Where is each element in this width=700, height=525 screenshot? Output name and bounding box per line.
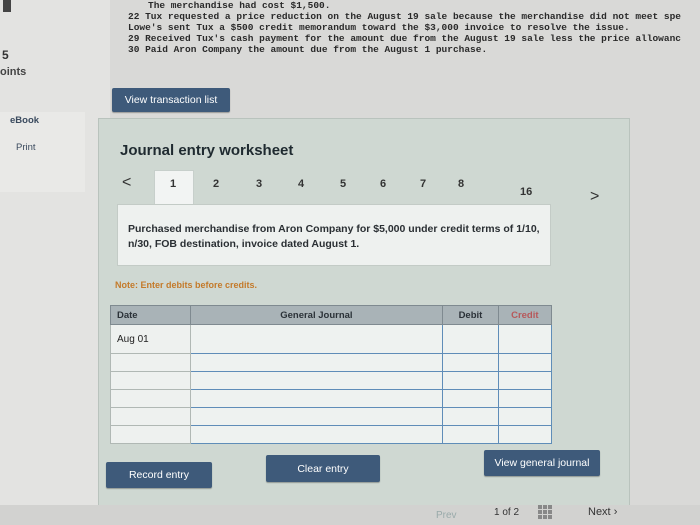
problem-line: 29 Received Tux's cash payment for the a… [128,33,681,44]
view-transaction-list-button[interactable]: View transaction list [112,88,230,112]
date-cell [110,371,191,390]
page-tab-7[interactable]: 7 [420,178,426,190]
worksheet-pager: < 1 2 3 4 5 6 7 8 16 > [112,170,622,207]
debit-input[interactable] [442,389,499,408]
page-indicator[interactable]: 1 of 2 [494,507,519,518]
account-input[interactable] [189,389,444,408]
account-input[interactable] [189,425,444,444]
page-tab-8[interactable]: 8 [458,178,464,190]
date-column-header: Date [110,305,191,325]
transaction-description: Purchased merchandise from Aron Company … [128,223,540,250]
page-of: of 2 [502,507,520,518]
next-label: Next [588,506,611,518]
problem-line: 30 Paid Aron Company the amount due from… [128,44,488,55]
credit-input[interactable] [497,389,553,408]
credit-input[interactable] [497,425,553,444]
debit-input[interactable] [442,324,499,354]
chevron-right-icon: › [613,506,618,518]
account-input[interactable] [189,324,444,354]
page-tab-3[interactable]: 3 [256,178,262,190]
scroll-tab [3,0,11,12]
account-input[interactable] [189,407,444,426]
debit-column-header: Debit [442,305,499,325]
page-current: 1 [494,507,500,518]
left-rail [0,0,110,525]
table-row [110,371,553,390]
credit-column-header: Credit [497,305,553,325]
table-row [110,353,553,372]
points-label: oints [0,66,27,78]
problem-line: The merchandise had cost $1,500. [148,0,331,11]
date-cell: Aug 01 [110,324,191,354]
page-tab-2[interactable]: 2 [213,178,219,190]
problem-text: The merchandise had cost $1,500. 22 Tux … [128,0,700,88]
date-cell [110,389,191,408]
ebook-link[interactable]: eBook [10,115,39,126]
table-row [110,425,553,444]
record-entry-button[interactable]: Record entry [106,462,212,488]
debit-input[interactable] [442,407,499,426]
page-tab-5[interactable]: 5 [340,178,346,190]
credit-input[interactable] [497,371,553,390]
general-journal-column-header: General Journal [189,305,444,325]
debit-input[interactable] [442,371,499,390]
debits-note: Note: Enter debits before credits. [115,280,258,290]
next-button[interactable]: Next › [588,506,617,518]
account-input[interactable] [189,353,444,372]
debit-input[interactable] [442,425,499,444]
prev-page-arrow[interactable]: < [122,174,131,192]
page-tab-1[interactable]: 1 [170,178,176,190]
date-cell [110,425,191,444]
credit-input[interactable] [497,324,553,354]
debit-input[interactable] [442,353,499,372]
table-row [110,407,553,426]
grid-icon[interactable] [538,505,552,519]
page-tab-16[interactable]: 16 [520,186,532,198]
credit-input[interactable] [497,407,553,426]
journal-table: Date General Journal Debit Credit Aug 01 [110,305,553,444]
page-tab-6[interactable]: 6 [380,178,386,190]
worksheet-title: Journal entry worksheet [120,142,294,159]
account-input[interactable] [189,371,444,390]
prev-button[interactable]: Prev [436,510,457,521]
view-general-journal-button[interactable]: View general journal [484,450,600,476]
table-row [110,389,553,408]
clear-entry-button[interactable]: Clear entry [266,455,380,482]
date-cell [110,353,191,372]
problem-line: Lowe's sent Tux a $500 credit memorandum… [128,22,630,33]
problem-line: 22 Tux requested a price reduction on th… [128,11,681,22]
table-row: Aug 01 [110,324,553,354]
next-page-arrow[interactable]: > [590,188,599,206]
page-tab-4[interactable]: 4 [298,178,304,190]
points-value: 5 [2,48,9,62]
credit-input[interactable] [497,353,553,372]
date-cell [110,407,191,426]
print-link[interactable]: Print [16,142,36,153]
